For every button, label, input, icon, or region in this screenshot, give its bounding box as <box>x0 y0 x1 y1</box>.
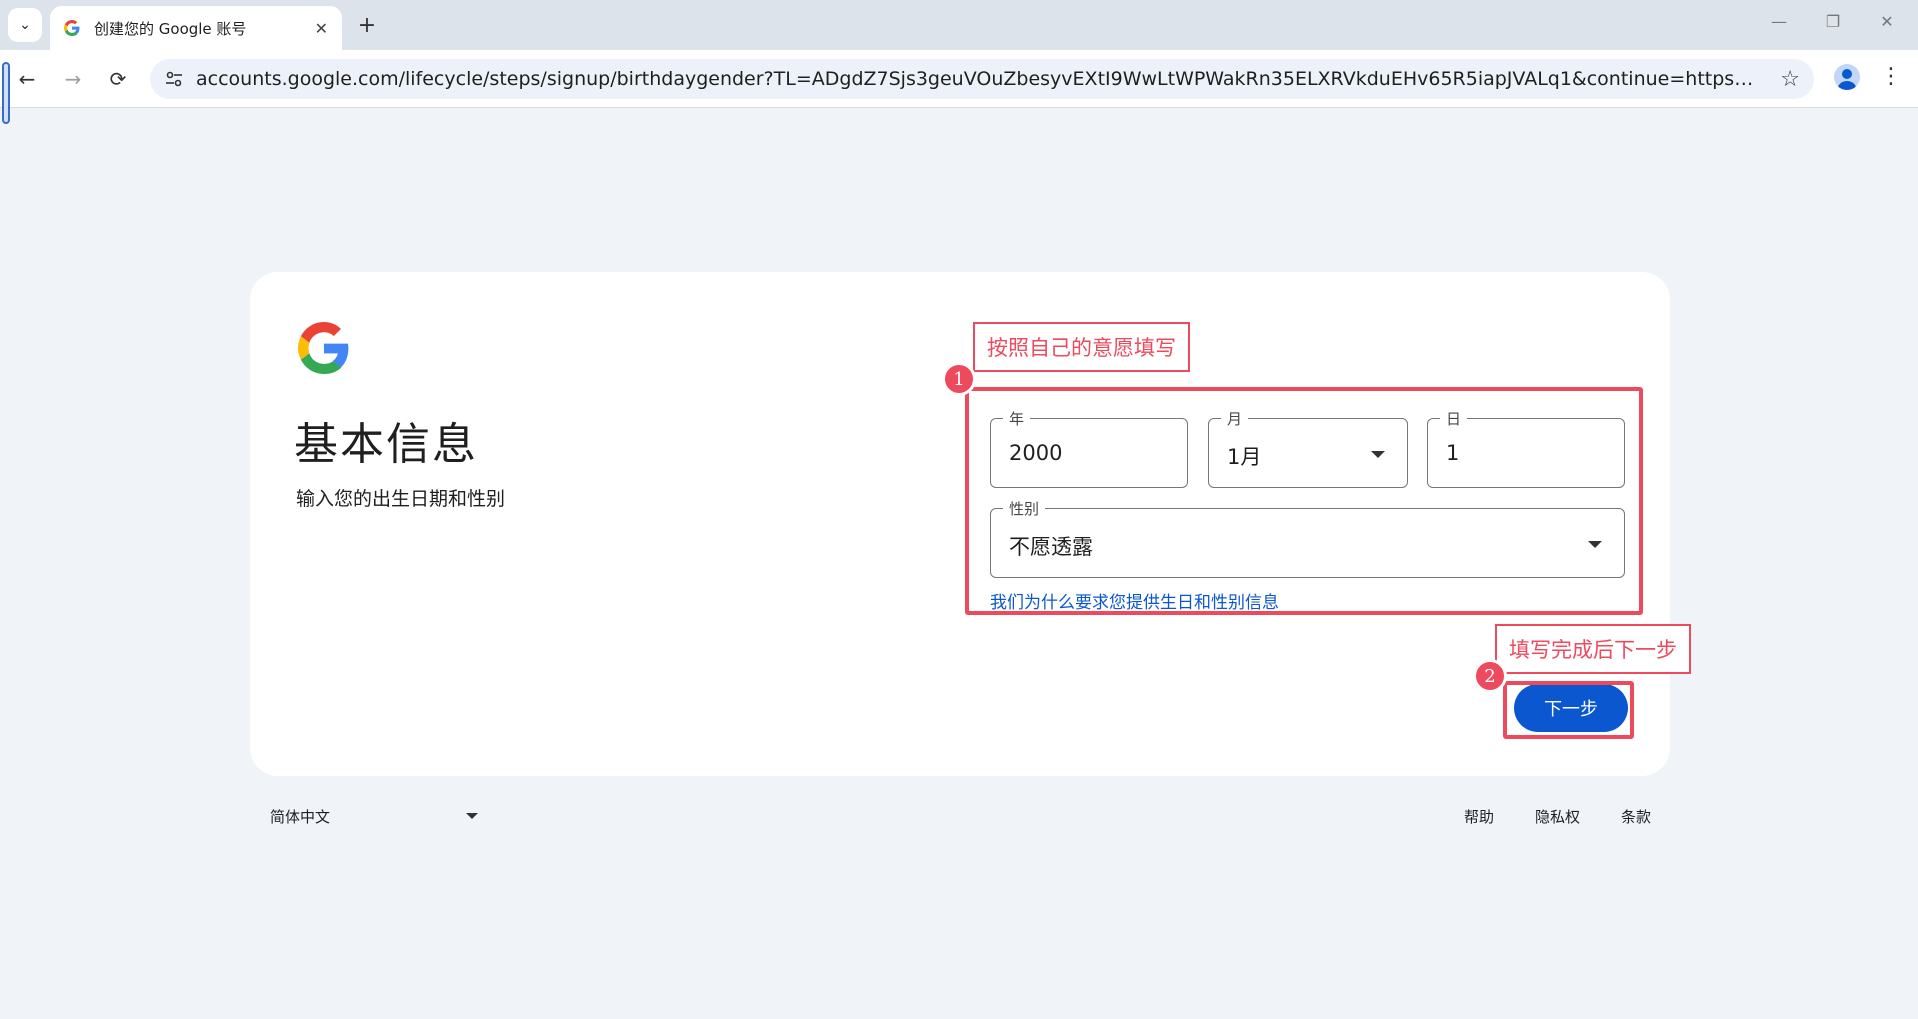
chevron-down-icon: ⌄ <box>19 17 31 33</box>
url-text: accounts.google.com/lifecycle/steps/sign… <box>196 68 1770 90</box>
reload-icon[interactable]: ⟳ <box>103 64 133 94</box>
close-window-icon[interactable]: ✕ <box>1872 12 1902 31</box>
google-favicon-icon <box>64 20 80 36</box>
sidebar-handle[interactable] <box>2 62 10 124</box>
language-selector[interactable]: 简体中文 <box>270 806 330 827</box>
language-caret-icon[interactable] <box>466 813 478 819</box>
annotation-number-1: 1 <box>942 362 976 396</box>
more-options-icon[interactable]: ⋮ <box>1880 64 1902 90</box>
site-settings-icon[interactable] <box>164 69 184 89</box>
footer-terms-link[interactable]: 条款 <box>1621 806 1651 827</box>
active-tab[interactable]: 创建您的 Google 账号 ✕ <box>50 6 342 50</box>
annotation-label-1: 按照自己的意愿填写 <box>973 322 1190 372</box>
google-logo-icon <box>298 322 349 374</box>
close-tab-icon[interactable]: ✕ <box>315 19 328 38</box>
page-subtitle: 输入您的出生日期和性别 <box>296 488 506 510</box>
tab-search-button[interactable]: ⌄ <box>8 8 42 42</box>
page-title: 基本信息 <box>294 419 478 470</box>
browser-toolbar: ← → ⟳ accounts.google.com/lifecycle/step… <box>0 50 1918 108</box>
annotation-box-2 <box>1503 681 1634 739</box>
tab-strip: ⌄ 创建您的 Google 账号 ✕ + — ❐ ✕ <box>0 0 1918 50</box>
annotation-box-1 <box>965 387 1643 615</box>
person-icon <box>1837 69 1857 90</box>
minimize-icon[interactable]: — <box>1764 12 1794 31</box>
footer-privacy-link[interactable]: 隐私权 <box>1535 806 1580 827</box>
forward-arrow-icon[interactable]: → <box>58 64 88 94</box>
footer-help-link[interactable]: 帮助 <box>1464 806 1494 827</box>
bookmark-star-icon[interactable]: ☆ <box>1780 67 1800 92</box>
annotation-number-2: 2 <box>1473 659 1507 693</box>
back-arrow-icon[interactable]: ← <box>12 64 42 94</box>
address-bar[interactable]: accounts.google.com/lifecycle/steps/sign… <box>150 59 1814 99</box>
new-tab-button[interactable]: + <box>352 10 382 40</box>
tab-title: 创建您的 Google 账号 <box>94 19 247 38</box>
profile-avatar-icon[interactable] <box>1834 64 1860 90</box>
restore-icon[interactable]: ❐ <box>1818 12 1848 31</box>
annotation-label-2: 填写完成后下一步 <box>1495 624 1691 674</box>
